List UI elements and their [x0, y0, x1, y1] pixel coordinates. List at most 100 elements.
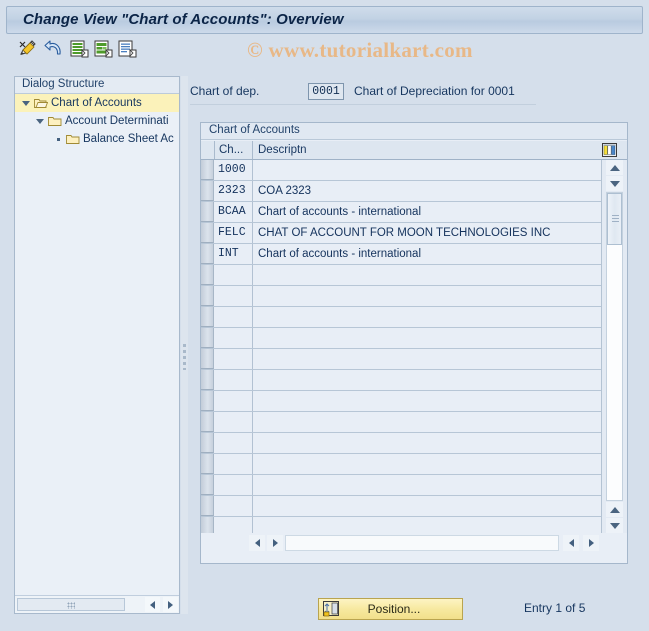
row-select-button[interactable] — [201, 181, 214, 201]
row-select-button[interactable] — [201, 496, 214, 516]
cell-chart[interactable]: FELC — [215, 223, 253, 243]
cell-descriptn[interactable] — [254, 328, 601, 348]
scroll-left-button[interactable] — [249, 535, 265, 551]
column-header-descriptn[interactable]: Descriptn — [253, 141, 601, 159]
table-settings-icon[interactable] — [600, 141, 619, 159]
scroll-down-button[interactable] — [606, 176, 623, 191]
change-display-icon[interactable] — [18, 38, 40, 60]
select-all-column-header[interactable] — [201, 141, 215, 159]
row-select-button[interactable] — [201, 433, 214, 453]
row-select-button[interactable] — [201, 244, 214, 264]
scroll-page-up-button[interactable] — [606, 502, 623, 517]
cell-descriptn[interactable] — [254, 286, 601, 306]
cell-descriptn[interactable] — [254, 349, 601, 369]
cell-chart[interactable] — [215, 265, 253, 285]
row-select-button[interactable] — [201, 475, 214, 495]
cell-chart[interactable] — [215, 391, 253, 411]
cell-chart[interactable] — [215, 517, 253, 533]
cell-chart[interactable] — [215, 286, 253, 306]
cell-descriptn[interactable] — [254, 475, 601, 495]
cell-descriptn[interactable]: Chart of accounts - international — [254, 202, 601, 222]
cell-descriptn[interactable] — [254, 370, 601, 390]
cell-chart[interactable]: BCAA — [215, 202, 253, 222]
cell-chart[interactable]: INT — [215, 244, 253, 264]
scroll-first-button[interactable] — [563, 535, 579, 551]
cell-chart[interactable] — [215, 475, 253, 495]
cell-descriptn[interactable]: COA 2323 — [254, 181, 601, 201]
table-row[interactable] — [201, 265, 601, 286]
row-select-button[interactable] — [201, 286, 214, 306]
copy-as-icon[interactable] — [92, 38, 114, 60]
cell-chart[interactable] — [215, 496, 253, 516]
cell-descriptn[interactable] — [254, 160, 601, 180]
undo-icon[interactable] — [44, 38, 66, 60]
sidebar-horizontal-scrollbar[interactable] — [15, 595, 179, 613]
table-row[interactable]: 1000 — [201, 160, 601, 181]
table-row[interactable]: BCAA Chart of accounts - international — [201, 202, 601, 223]
row-select-button[interactable] — [201, 265, 214, 285]
row-select-button[interactable] — [201, 160, 214, 180]
table-row[interactable] — [201, 496, 601, 517]
table-row[interactable] — [201, 433, 601, 454]
sidebar-item-chart-of-accounts[interactable]: Chart of Accounts — [15, 94, 179, 112]
row-select-button[interactable] — [201, 349, 214, 369]
table-horizontal-scrollbar[interactable] — [249, 534, 601, 553]
cell-descriptn[interactable] — [254, 391, 601, 411]
scroll-up-button[interactable] — [606, 160, 623, 175]
scroll-right-button[interactable] — [163, 597, 178, 612]
cell-descriptn[interactable]: CHAT OF ACCOUNT FOR MOON TECHNOLOGIES IN… — [254, 223, 601, 243]
scrollbar-thumb[interactable] — [607, 193, 622, 245]
cell-descriptn[interactable] — [254, 412, 601, 432]
table-vertical-scrollbar[interactable] — [601, 160, 627, 533]
table-row[interactable]: 2323 COA 2323 — [201, 181, 601, 202]
table-row[interactable] — [201, 475, 601, 496]
cell-chart[interactable] — [215, 370, 253, 390]
table-row[interactable] — [201, 286, 601, 307]
scrollbar-track[interactable] — [285, 535, 559, 551]
row-select-button[interactable] — [201, 223, 214, 243]
table-row[interactable] — [201, 370, 601, 391]
row-select-button[interactable] — [201, 454, 214, 474]
table-row[interactable] — [201, 517, 601, 533]
cell-descriptn[interactable]: Chart of accounts - international — [254, 244, 601, 264]
row-select-button[interactable] — [201, 412, 214, 432]
triangle-down-icon[interactable] — [19, 100, 33, 106]
table-row[interactable] — [201, 454, 601, 475]
row-select-button[interactable] — [201, 202, 214, 222]
scroll-right-button[interactable] — [267, 535, 283, 551]
cell-chart[interactable] — [215, 433, 253, 453]
cell-chart[interactable] — [215, 328, 253, 348]
cell-descriptn[interactable] — [254, 454, 601, 474]
panel-splitter[interactable] — [181, 76, 188, 614]
cell-descriptn[interactable] — [254, 517, 601, 533]
triangle-down-icon[interactable] — [33, 118, 47, 124]
details-icon[interactable] — [116, 38, 138, 60]
position-button[interactable]: Position... — [318, 598, 463, 620]
table-row[interactable] — [201, 328, 601, 349]
scroll-page-down-button[interactable] — [606, 518, 623, 533]
cell-descriptn[interactable] — [254, 433, 601, 453]
cell-chart[interactable] — [215, 454, 253, 474]
scroll-left-button[interactable] — [145, 597, 160, 612]
cell-chart[interactable]: 2323 — [215, 181, 253, 201]
chart-of-dep-input[interactable]: 0001 — [308, 82, 344, 100]
table-row[interactable]: FELC CHAT OF ACCOUNT FOR MOON TECHNOLOGIE… — [201, 223, 601, 244]
cell-chart[interactable]: 1000 — [215, 160, 253, 180]
table-row[interactable] — [201, 412, 601, 433]
table-row[interactable] — [201, 307, 601, 328]
table-row[interactable] — [201, 349, 601, 370]
scroll-last-button[interactable] — [583, 535, 599, 551]
sidebar-item-account-determination[interactable]: Account Determinati — [15, 112, 179, 130]
cell-descriptn[interactable] — [254, 307, 601, 327]
row-select-button[interactable] — [201, 391, 214, 411]
cell-chart[interactable] — [215, 349, 253, 369]
column-header-chart[interactable]: Ch... — [215, 141, 253, 159]
cell-descriptn[interactable] — [254, 265, 601, 285]
sidebar-item-balance-sheet-accounts[interactable]: Balance Sheet Ac — [15, 130, 179, 148]
new-entries-icon[interactable] — [68, 38, 90, 60]
scrollbar-thumb[interactable] — [17, 598, 125, 611]
table-row[interactable] — [201, 391, 601, 412]
row-select-button[interactable] — [201, 370, 214, 390]
row-select-button[interactable] — [201, 307, 214, 327]
row-select-button[interactable] — [201, 517, 214, 533]
